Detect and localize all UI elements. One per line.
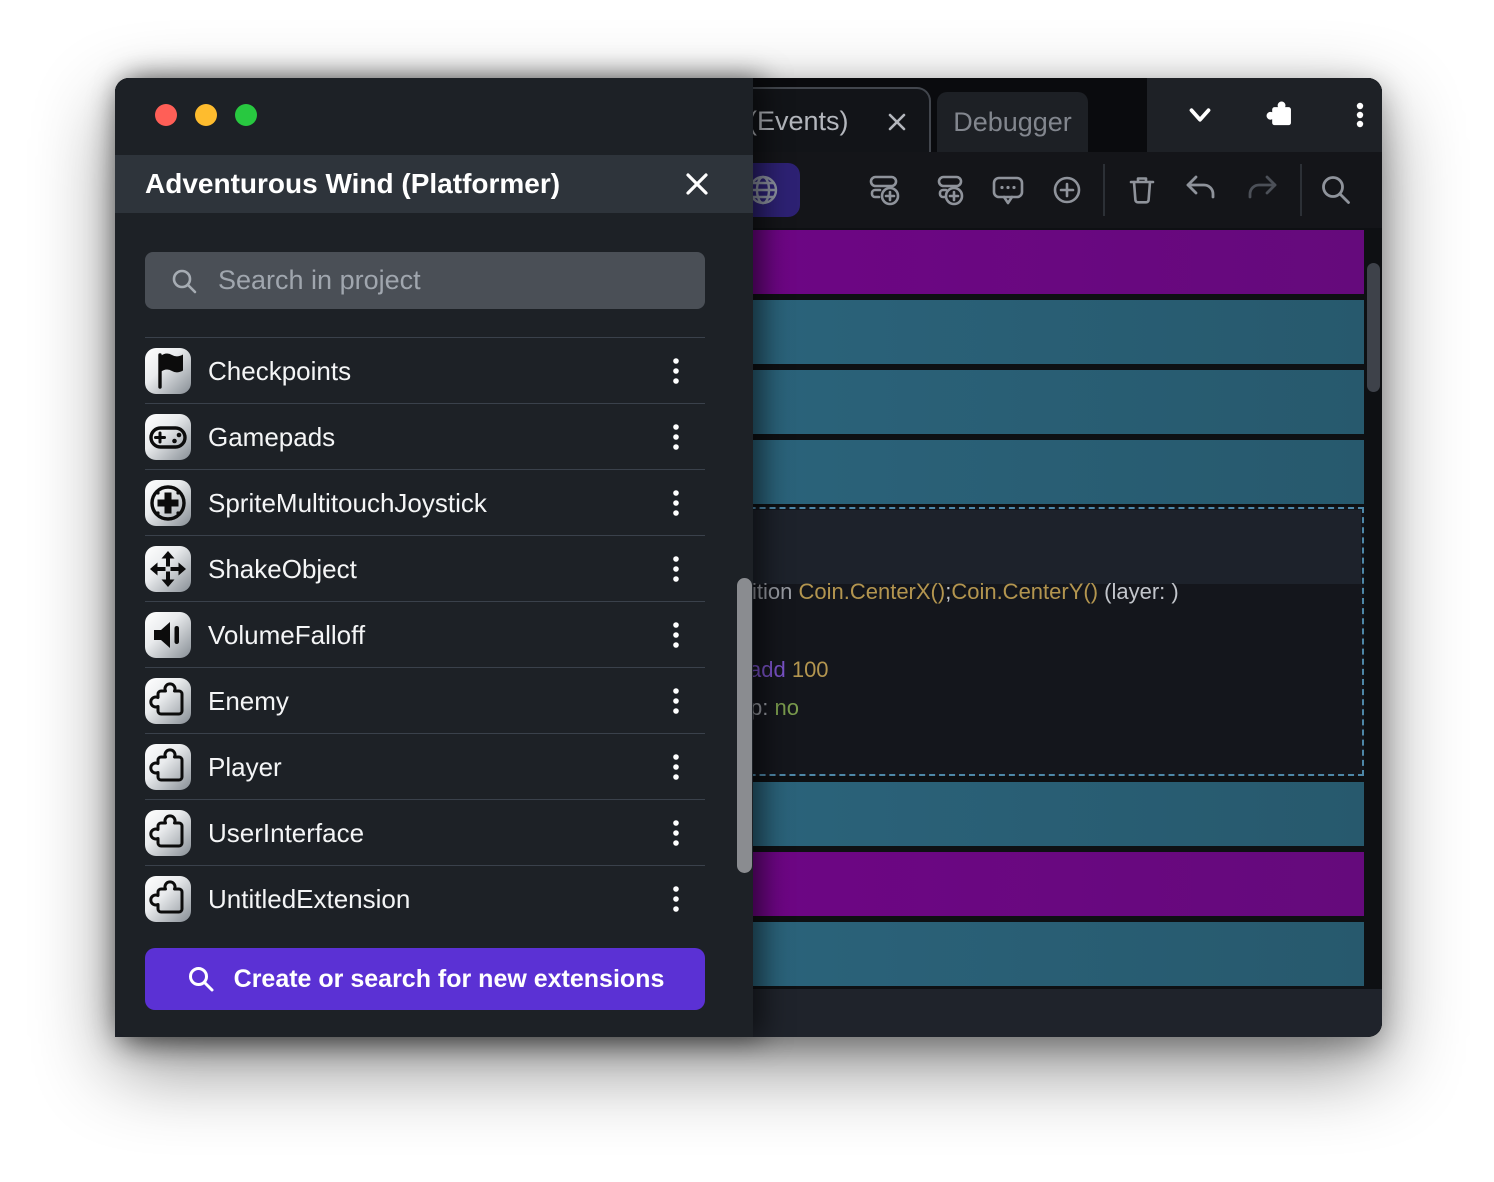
- item-kebab-menu-icon[interactable]: [662, 483, 690, 523]
- list-item-shakeobject[interactable]: ShakeObject: [145, 535, 705, 601]
- list-item-checkpoints[interactable]: Checkpoints: [145, 337, 705, 403]
- list-item-player[interactable]: Player: [145, 733, 705, 799]
- list-item-userinterface[interactable]: UserInterface: [145, 799, 705, 865]
- event-action-text: add 100: [749, 657, 829, 683]
- close-panel-icon[interactable]: [681, 168, 713, 200]
- search-events-icon[interactable]: [1316, 170, 1356, 210]
- item-kebab-menu-icon[interactable]: [662, 879, 690, 919]
- traffic-light-minimize[interactable]: [195, 104, 217, 126]
- joystick-icon: [145, 480, 191, 526]
- gdevelop-window: (Events) Debugger: [115, 78, 1382, 1037]
- delete-icon[interactable]: [1122, 170, 1162, 210]
- chevron-down-icon[interactable]: [1180, 95, 1220, 135]
- traffic-light-close[interactable]: [155, 104, 177, 126]
- item-kebab-menu-icon[interactable]: [662, 351, 690, 391]
- undo-icon[interactable]: [1182, 170, 1222, 210]
- list-item-volumefalloff[interactable]: VolumeFalloff: [145, 601, 705, 667]
- window-controls-section: [1147, 78, 1382, 152]
- events-scrollbar[interactable]: [1367, 263, 1380, 392]
- project-search-field[interactable]: [145, 252, 705, 309]
- add-event-icon[interactable]: [867, 170, 907, 210]
- list-item-joystick[interactable]: SpriteMultitouchJoystick: [145, 469, 705, 535]
- project-manager-panel: Adventurous Wind (Platformer): [115, 78, 753, 1037]
- flag-icon: [145, 348, 191, 394]
- desktop: (Events) Debugger: [0, 0, 1494, 1182]
- panel-header: Adventurous Wind (Platformer): [115, 155, 753, 213]
- list-item-untitledextension[interactable]: UntitledExtension: [145, 865, 705, 931]
- event-action-text: p: no: [750, 695, 799, 721]
- item-kebab-menu-icon[interactable]: [662, 681, 690, 721]
- puzzle-icon: [145, 876, 191, 922]
- tab-events-label: (Events): [748, 106, 849, 137]
- item-kebab-menu-icon[interactable]: [662, 549, 690, 589]
- tab-debugger[interactable]: Debugger: [937, 92, 1088, 152]
- add-subevent-icon[interactable]: [930, 170, 970, 210]
- create-extension-button[interactable]: Create or search for new extensions: [145, 948, 705, 1010]
- redo-icon[interactable]: [1241, 170, 1281, 210]
- tab-close-icon[interactable]: [884, 109, 910, 135]
- list-item-enemy[interactable]: Enemy: [145, 667, 705, 733]
- puzzle-icon: [145, 678, 191, 724]
- panel-title: Adventurous Wind (Platformer): [145, 155, 560, 213]
- search-input[interactable]: [216, 264, 705, 297]
- extensions-puzzle-icon[interactable]: [1260, 95, 1300, 135]
- item-kebab-menu-icon[interactable]: [662, 813, 690, 853]
- traffic-light-maximize[interactable]: [235, 104, 257, 126]
- toolbar-divider: [1300, 164, 1302, 216]
- kebab-menu-icon[interactable]: [1340, 95, 1380, 135]
- panel-scrollbar[interactable]: [737, 578, 752, 873]
- search-icon: [169, 266, 199, 296]
- event-action-text: ition Coin.CenterX();Coin.CenterY() (lay…: [752, 579, 1179, 605]
- toolbar-divider: [1103, 164, 1105, 216]
- add-circle-icon[interactable]: [1047, 170, 1087, 210]
- list-item-gamepads[interactable]: Gamepads: [145, 403, 705, 469]
- item-kebab-menu-icon[interactable]: [662, 417, 690, 457]
- puzzle-icon: [145, 744, 191, 790]
- speaker-icon: [145, 612, 191, 658]
- puzzle-icon: [145, 810, 191, 856]
- search-icon: [186, 964, 216, 994]
- move-arrows-icon: [145, 546, 191, 592]
- gamepad-icon: [145, 414, 191, 460]
- add-comment-icon[interactable]: [988, 170, 1028, 210]
- item-kebab-menu-icon[interactable]: [662, 747, 690, 787]
- item-kebab-menu-icon[interactable]: [662, 615, 690, 655]
- extension-list: Checkpoints Gamepads: [145, 337, 705, 931]
- tab-debugger-label: Debugger: [953, 107, 1072, 138]
